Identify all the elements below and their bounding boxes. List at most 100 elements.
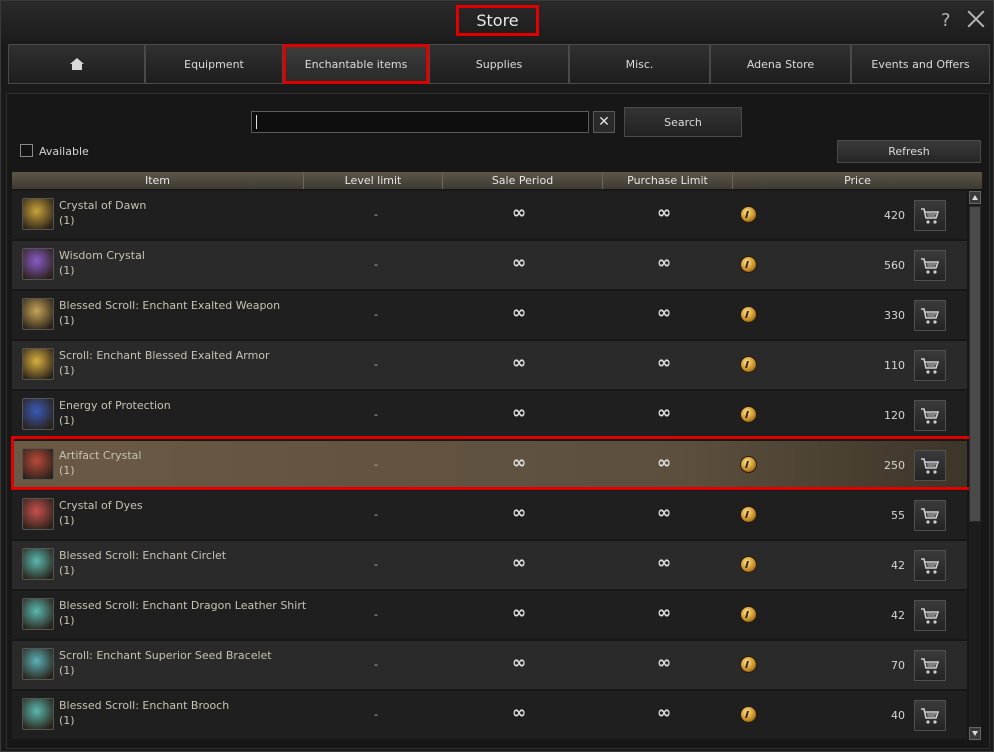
add-to-cart-button[interactable] [914,450,946,481]
close-icon[interactable] [966,9,986,29]
search-input[interactable] [251,111,589,133]
item-price: 330 [884,309,905,322]
item-icon [22,498,54,530]
tab-home[interactable] [8,44,145,84]
currency-coin-icon [740,606,757,623]
item-quantity: (1) [59,614,75,627]
scrollbar-thumb[interactable] [969,206,981,522]
item-quantity: (1) [59,264,75,277]
tab-misc[interactable]: Misc. [569,44,710,84]
currency-coin-icon [740,306,757,323]
category-tabs: Equipment Enchantable items Supplies Mis… [8,44,990,84]
purchase-limit: ∞ [657,703,672,723]
tab-supplies[interactable]: Supplies [429,44,569,84]
item-name: Scroll: Enchant Superior Seed Bracelet [59,649,272,662]
add-to-cart-button[interactable] [914,500,946,531]
sale-period: ∞ [512,453,527,473]
item-quantity: (1) [59,564,75,577]
item-price: 40 [891,709,905,722]
refresh-button[interactable]: Refresh [837,140,981,163]
purchase-limit: ∞ [657,253,672,273]
item-name: Wisdom Crystal [59,249,145,262]
table-row[interactable]: Wisdom Crystal (1) - ∞ ∞ 560 [12,241,967,289]
table-row[interactable]: Scroll: Enchant Superior Seed Bracelet (1… [12,641,967,689]
header-item[interactable]: Item [12,172,304,189]
item-icon [22,348,54,380]
table-row[interactable]: Blessed Scroll: Enchant Exalted Weapon (1… [12,291,967,339]
purchase-limit: ∞ [657,353,672,373]
item-name: Blessed Scroll: Enchant Exalted Weapon [59,299,281,312]
add-to-cart-button[interactable] [914,350,946,381]
table-row[interactable]: Crystal of Dyes (1) - ∞ ∞ 55 [12,491,967,539]
table-row[interactable]: Blessed Scroll: Enchant Dragon Leather S… [12,591,967,639]
scroll-up-button[interactable] [969,191,981,204]
level-limit: - [374,458,378,471]
table-row[interactable]: Artifact Crystal (1) - ∞ ∞ 250 [12,441,967,489]
add-to-cart-button[interactable] [914,550,946,581]
tab-adena-store[interactable]: Adena Store [710,44,851,84]
level-limit: - [374,208,378,221]
purchase-limit: ∞ [657,603,672,623]
tab-enchantable-items[interactable]: Enchantable items [283,44,429,84]
item-icon [22,298,54,330]
store-window: Store ? Equipment Enchantable items Supp… [0,0,994,752]
header-price[interactable]: Price [733,172,982,189]
item-icon [22,698,54,730]
item-quantity: (1) [59,464,75,477]
item-icon [22,198,54,230]
sale-period: ∞ [512,653,527,673]
level-limit: - [374,558,378,571]
tab-events-and-offers[interactable]: Events and Offers [851,44,990,84]
currency-coin-icon [740,506,757,523]
header-purchase-limit[interactable]: Purchase Limit [603,172,733,189]
add-to-cart-button[interactable] [914,300,946,331]
table-row[interactable]: Crystal of Dawn (1) - ∞ ∞ 420 [12,191,967,239]
clear-search-button[interactable]: ✕ [593,111,615,133]
item-quantity: (1) [59,514,75,527]
item-price: 110 [884,359,905,372]
level-limit: - [374,358,378,371]
header-level-limit[interactable]: Level limit [304,172,443,189]
table-row[interactable]: Blessed Scroll: Enchant Brooch (1) - ∞ ∞ 40 [12,691,967,739]
add-to-cart-button[interactable] [914,400,946,431]
search-button[interactable]: Search [624,107,742,137]
item-name: Energy of Protection [59,399,171,412]
add-to-cart-button[interactable] [914,700,946,731]
purchase-limit: ∞ [657,503,672,523]
item-price: 560 [884,259,905,272]
purchase-limit: ∞ [657,453,672,473]
currency-coin-icon [740,656,757,673]
tab-equipment[interactable]: Equipment [145,44,283,84]
table-header: Item Level limit Sale Period Purchase Li… [12,172,982,189]
item-quantity: (1) [59,364,75,377]
item-price: 420 [884,209,905,222]
add-to-cart-button[interactable] [914,600,946,631]
currency-coin-icon [740,556,757,573]
available-checkbox[interactable] [20,144,33,157]
item-name: Crystal of Dawn [59,199,147,212]
sale-period: ∞ [512,503,527,523]
sale-period: ∞ [512,253,527,273]
item-price: 70 [891,659,905,672]
item-price: 250 [884,459,905,472]
item-name: Blessed Scroll: Enchant Brooch [59,699,230,712]
purchase-limit: ∞ [657,653,672,673]
help-icon[interactable]: ? [941,10,951,31]
sale-period: ∞ [512,603,527,623]
item-icon [22,648,54,680]
header-sale-period[interactable]: Sale Period [443,172,603,189]
item-price: 55 [891,509,905,522]
item-quantity: (1) [59,714,75,727]
table-row[interactable]: Scroll: Enchant Blessed Exalted Armor (1)… [12,341,967,389]
item-icon [22,398,54,430]
sale-period: ∞ [512,203,527,223]
add-to-cart-button[interactable] [914,650,946,681]
item-price: 42 [891,609,905,622]
add-to-cart-button[interactable] [914,250,946,281]
add-to-cart-button[interactable] [914,200,946,231]
scroll-down-button[interactable] [969,727,981,740]
table-row[interactable]: Blessed Scroll: Enchant Circlet (1) - ∞ ∞ 42 [12,541,967,589]
table-row[interactable]: Energy of Protection (1) - ∞ ∞ 120 [12,391,967,439]
level-limit: - [374,258,378,271]
item-icon [22,248,54,280]
